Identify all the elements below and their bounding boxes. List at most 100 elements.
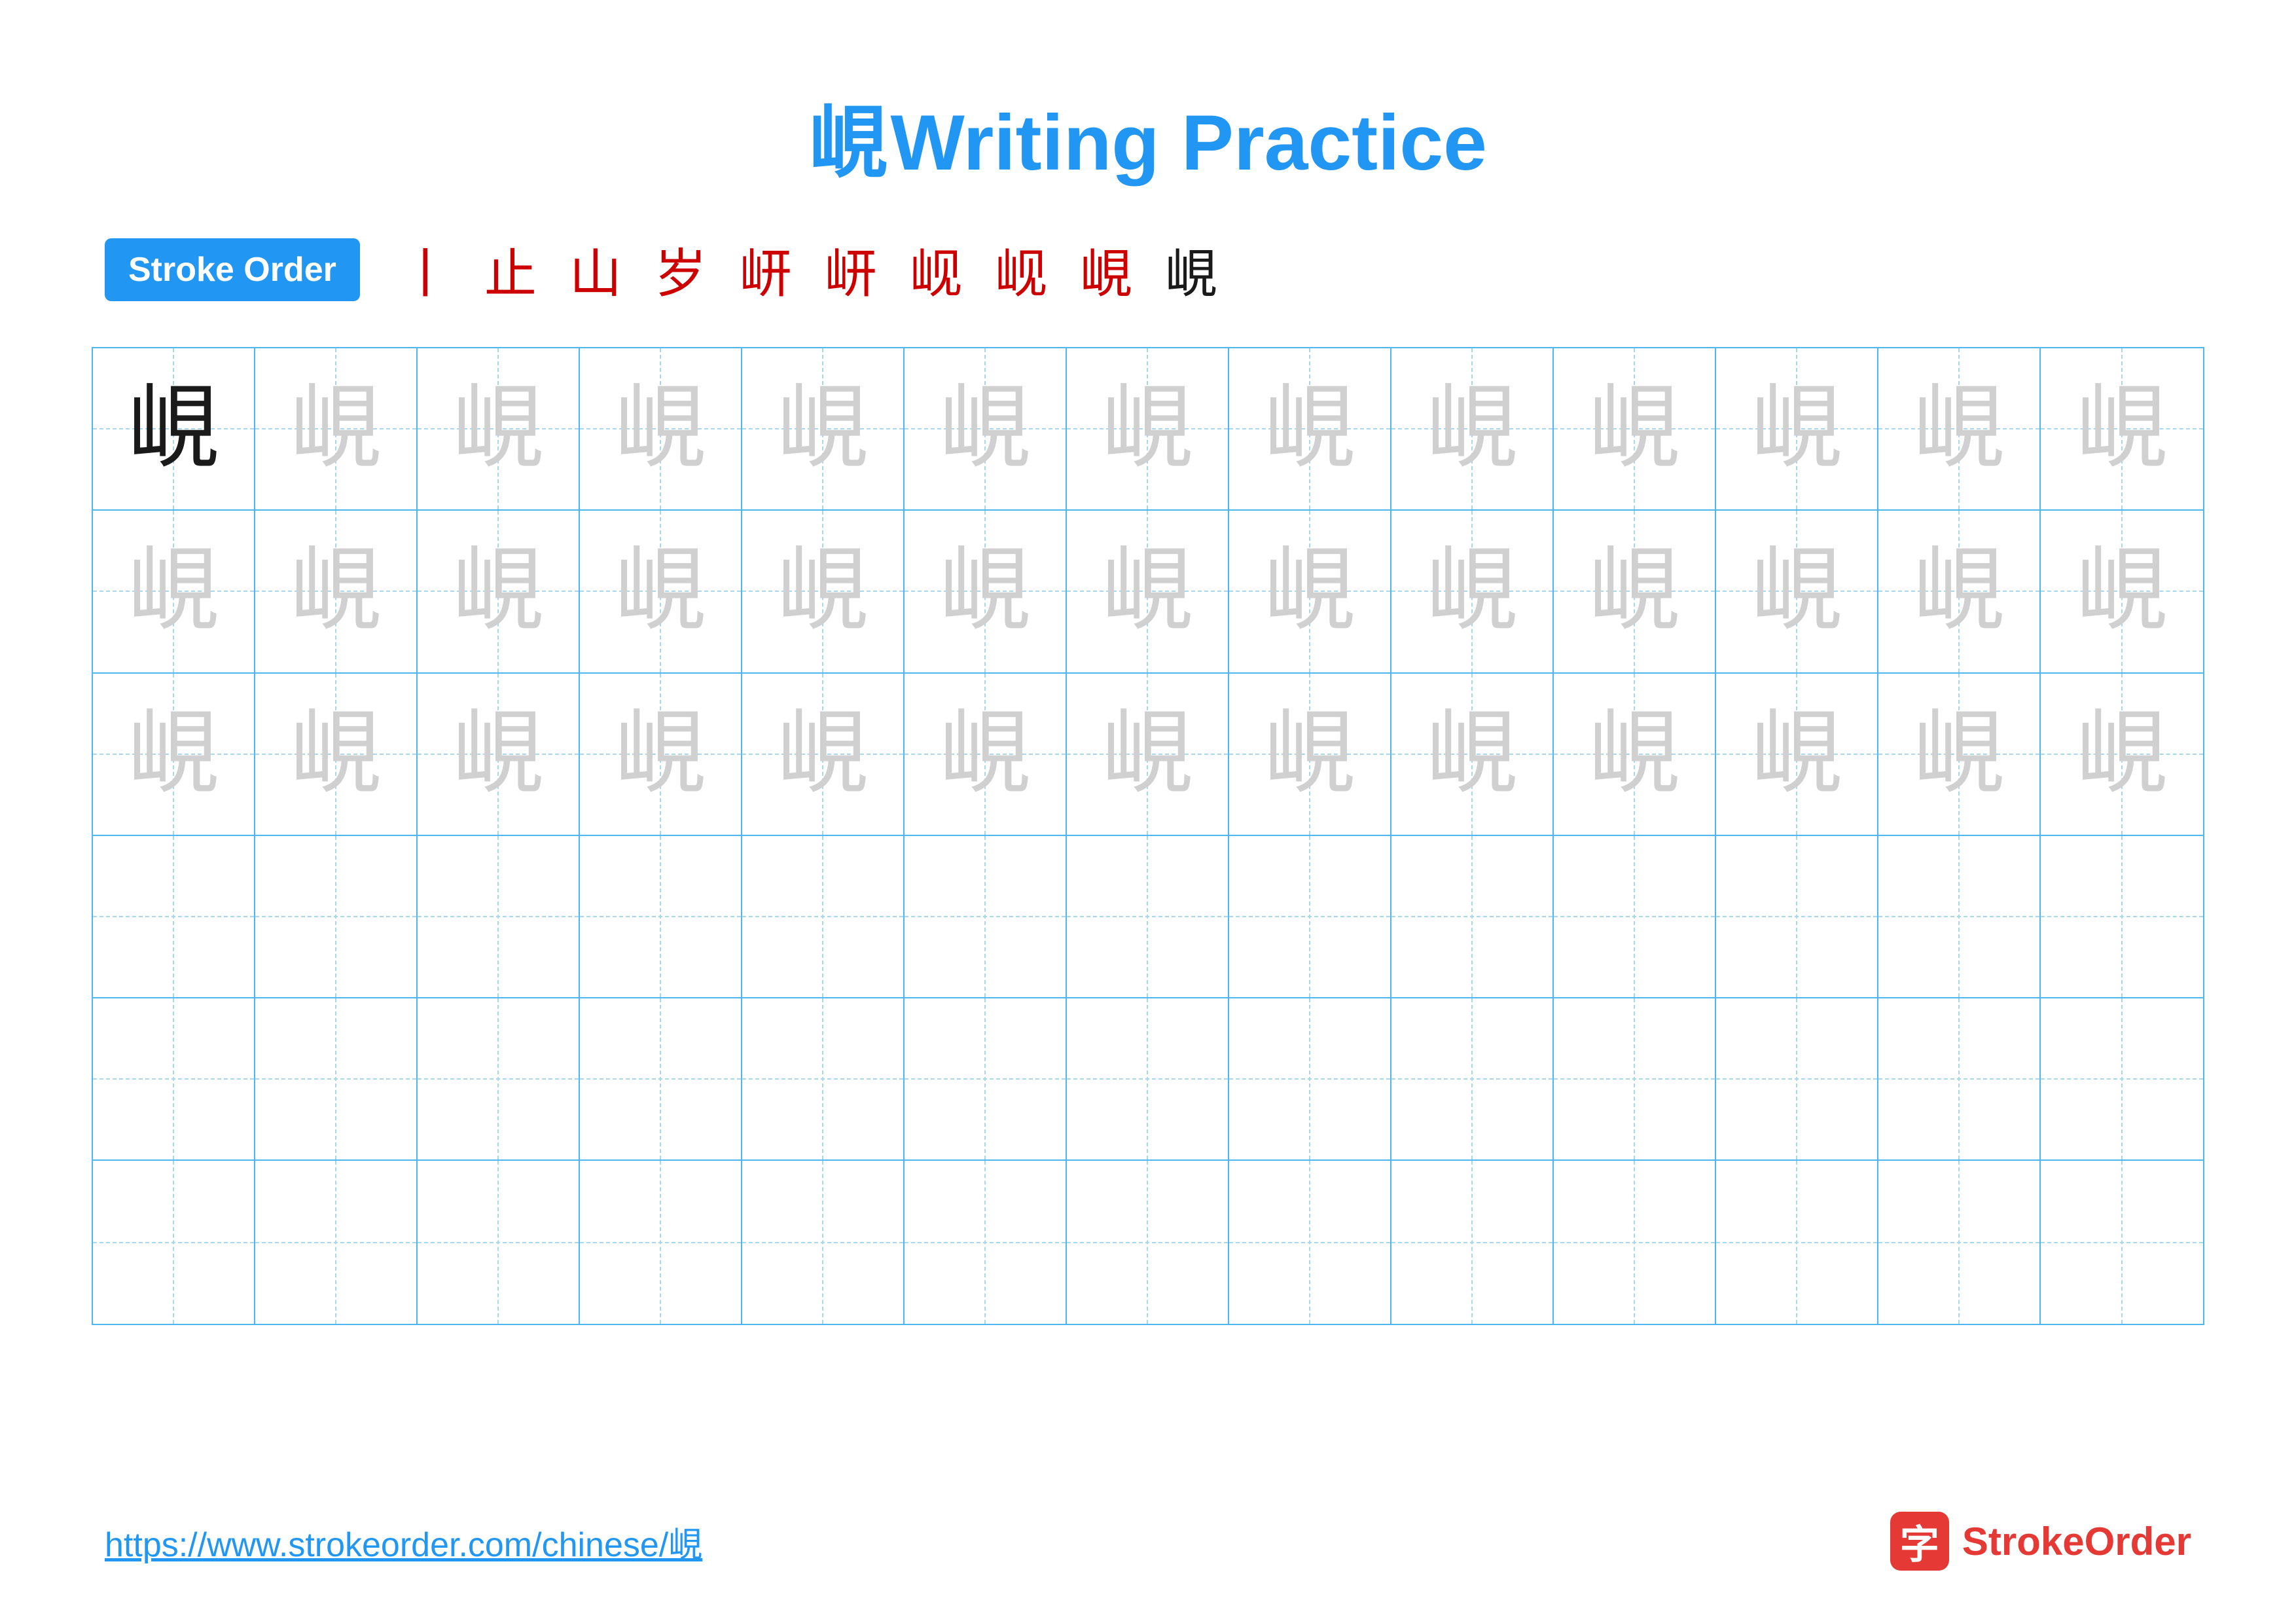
cell-2-13: 峴 — [2041, 511, 2203, 672]
cell-6-11[interactable] — [1716, 1161, 1878, 1323]
stroke-3: 山 — [569, 232, 622, 308]
grid-row-5 — [93, 998, 2203, 1161]
footer-url[interactable]: https://www.strokeorder.com/chinese/峴 — [105, 1517, 702, 1566]
cell-1-8: 峴 — [1229, 348, 1391, 509]
cell-3-8: 峴 — [1229, 674, 1391, 835]
cell-5-6[interactable] — [905, 998, 1067, 1159]
cell-1-10: 峴 — [1554, 348, 1716, 509]
cell-2-11: 峴 — [1716, 511, 1878, 672]
footer: https://www.strokeorder.com/chinese/峴 字 … — [0, 1512, 2296, 1571]
cell-3-2: 峴 — [255, 674, 418, 835]
cell-6-3[interactable] — [418, 1161, 580, 1323]
stroke-6: 岍 — [825, 232, 877, 308]
cell-4-9[interactable] — [1391, 836, 1554, 997]
cell-1-4: 峴 — [580, 348, 742, 509]
stroke-9: 峴 — [1080, 232, 1132, 308]
cell-4-4[interactable] — [580, 836, 742, 997]
cell-6-4[interactable] — [580, 1161, 742, 1323]
cell-2-9: 峴 — [1391, 511, 1554, 672]
logo-icon: 字 — [1890, 1512, 1949, 1571]
cell-5-9[interactable] — [1391, 998, 1554, 1159]
cell-3-3: 峴 — [418, 674, 580, 835]
cell-6-8[interactable] — [1229, 1161, 1391, 1323]
grid-row-3: 峴 峴 峴 峴 峴 峴 峴 峴 峴 峴 峴 峴 峴 — [93, 674, 2203, 836]
cell-6-7[interactable] — [1067, 1161, 1229, 1323]
stroke-5: 岍 — [740, 232, 792, 308]
grid-row-4 — [93, 836, 2203, 998]
cell-4-2[interactable] — [255, 836, 418, 997]
logo-text: StrokeOrder — [1962, 1519, 2191, 1564]
cell-1-2: 峴 — [255, 348, 418, 509]
cell-1-6: 峴 — [905, 348, 1067, 509]
stroke-order-chars: 丨 止 山 岁 岍 岍 岘 岘 峴 峴 — [399, 232, 1217, 308]
cell-1-5: 峴 — [742, 348, 905, 509]
cell-4-13[interactable] — [2041, 836, 2203, 997]
cell-3-7: 峴 — [1067, 674, 1229, 835]
cell-6-1[interactable] — [93, 1161, 255, 1323]
cell-4-1[interactable] — [93, 836, 255, 997]
practice-grid: 峴 峴 峴 峴 峴 峴 峴 峴 峴 峴 峴 峴 峴 峴 峴 峴 峴 峴 峴 峴 … — [92, 347, 2204, 1325]
cell-6-5[interactable] — [742, 1161, 905, 1323]
cell-2-10: 峴 — [1554, 511, 1716, 672]
cell-1-7: 峴 — [1067, 348, 1229, 509]
cell-5-2[interactable] — [255, 998, 418, 1159]
cell-4-8[interactable] — [1229, 836, 1391, 997]
cell-3-5: 峴 — [742, 674, 905, 835]
cell-4-7[interactable] — [1067, 836, 1229, 997]
cell-2-8: 峴 — [1229, 511, 1391, 672]
cell-4-11[interactable] — [1716, 836, 1878, 997]
stroke-order-badge: Stroke Order — [105, 238, 360, 301]
cell-6-6[interactable] — [905, 1161, 1067, 1323]
grid-row-2: 峴 峴 峴 峴 峴 峴 峴 峴 峴 峴 峴 峴 峴 — [93, 511, 2203, 673]
stroke-8: 岘 — [995, 232, 1047, 308]
cell-4-3[interactable] — [418, 836, 580, 997]
cell-5-10[interactable] — [1554, 998, 1716, 1159]
cell-3-10: 峴 — [1554, 674, 1716, 835]
stroke-7: 岘 — [910, 232, 962, 308]
cell-3-6: 峴 — [905, 674, 1067, 835]
footer-logo: 字 StrokeOrder — [1890, 1512, 2191, 1571]
title-text: Writing Practice — [891, 99, 1487, 187]
cell-5-12[interactable] — [1878, 998, 2041, 1159]
cell-2-3: 峴 — [418, 511, 580, 672]
cell-3-9: 峴 — [1391, 674, 1554, 835]
cell-4-12[interactable] — [1878, 836, 2041, 997]
cell-6-9[interactable] — [1391, 1161, 1554, 1323]
cell-4-6[interactable] — [905, 836, 1067, 997]
title-char: 峴 — [809, 99, 888, 187]
cell-5-8[interactable] — [1229, 998, 1391, 1159]
cell-5-5[interactable] — [742, 998, 905, 1159]
cell-6-2[interactable] — [255, 1161, 418, 1323]
grid-row-6 — [93, 1161, 2203, 1323]
cell-4-10[interactable] — [1554, 836, 1716, 997]
cell-6-12[interactable] — [1878, 1161, 2041, 1323]
grid-row-1: 峴 峴 峴 峴 峴 峴 峴 峴 峴 峴 峴 峴 峴 — [93, 348, 2203, 511]
cell-6-13[interactable] — [2041, 1161, 2203, 1323]
char-solid: 峴 — [128, 383, 219, 475]
cell-5-1[interactable] — [93, 998, 255, 1159]
cell-4-5[interactable] — [742, 836, 905, 997]
cell-1-9: 峴 — [1391, 348, 1554, 509]
cell-3-4: 峴 — [580, 674, 742, 835]
cell-2-12: 峴 — [1878, 511, 2041, 672]
cell-3-12: 峴 — [1878, 674, 2041, 835]
stroke-1: 丨 — [399, 232, 452, 308]
cell-5-3[interactable] — [418, 998, 580, 1159]
cell-1-3: 峴 — [418, 348, 580, 509]
stroke-4: 岁 — [655, 232, 707, 308]
cell-5-13[interactable] — [2041, 998, 2203, 1159]
cell-1-13: 峴 — [2041, 348, 2203, 509]
cell-3-1: 峴 — [93, 674, 255, 835]
cell-5-11[interactable] — [1716, 998, 1878, 1159]
cell-2-5: 峴 — [742, 511, 905, 672]
stroke-10: 峴 — [1165, 232, 1217, 308]
cell-2-7: 峴 — [1067, 511, 1229, 672]
cell-3-11: 峴 — [1716, 674, 1878, 835]
cell-5-7[interactable] — [1067, 998, 1229, 1159]
cell-5-4[interactable] — [580, 998, 742, 1159]
cell-2-4: 峴 — [580, 511, 742, 672]
cell-3-13: 峴 — [2041, 674, 2203, 835]
cell-2-6: 峴 — [905, 511, 1067, 672]
cell-6-10[interactable] — [1554, 1161, 1716, 1323]
cell-2-1: 峴 — [93, 511, 255, 672]
